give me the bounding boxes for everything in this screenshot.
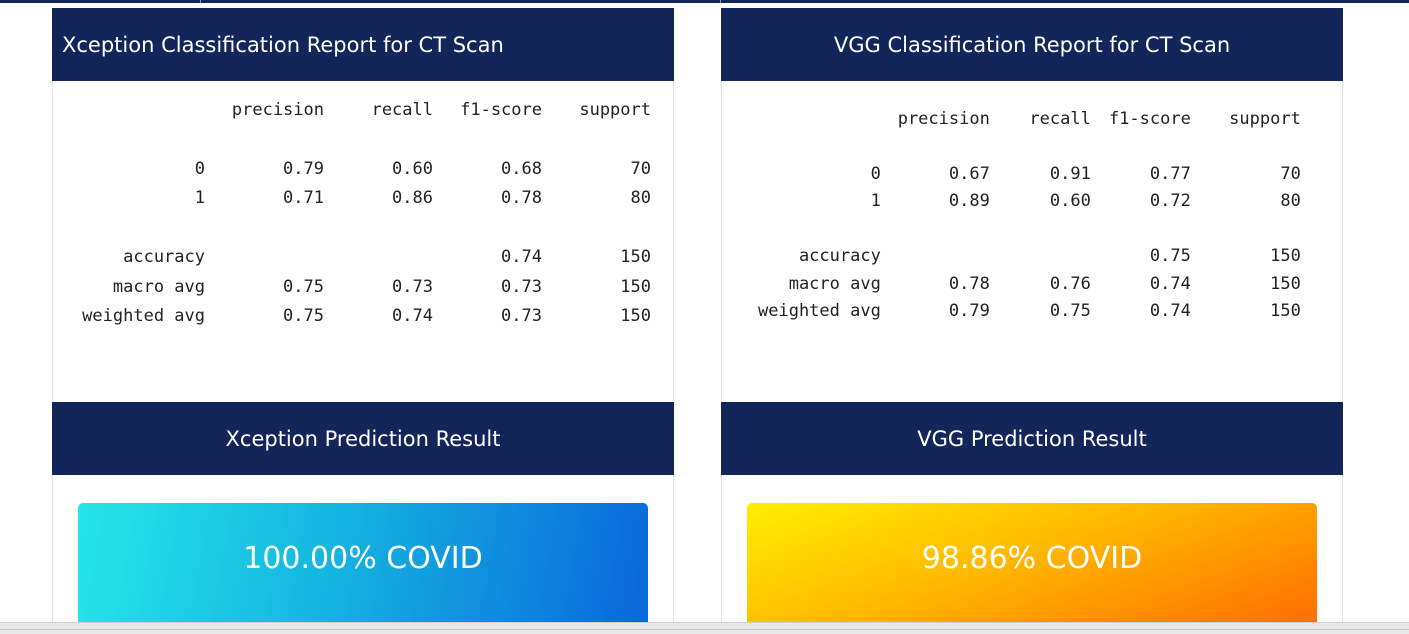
vgg-prediction-header: VGG Prediction Result xyxy=(721,402,1343,475)
table-cell: 0.74 xyxy=(1149,301,1191,322)
table-cell: 0.91 xyxy=(1049,163,1091,184)
table-cell: 0.68 xyxy=(501,158,542,179)
table-cell: 0.60 xyxy=(392,158,433,179)
table-cell: 80 xyxy=(1280,191,1301,212)
xception-report-table: precision recall f1-score support 0 0.79… xyxy=(73,95,651,331)
table-cell: 70 xyxy=(1280,163,1301,184)
table-row xyxy=(73,125,651,155)
table-row xyxy=(758,215,1301,243)
table-cell: 0.86 xyxy=(392,188,433,209)
xception-panel: Xception Classification Report for CT Sc… xyxy=(52,8,674,633)
table-cell xyxy=(205,243,324,273)
table-cell: weighted avg xyxy=(758,301,881,322)
table-cell: 0.75 xyxy=(1049,301,1091,322)
xception-result-card: 100.00% COVID xyxy=(78,503,648,633)
table-header-cell: precision xyxy=(231,99,324,120)
table-row: accuracy 0.75 150 xyxy=(758,243,1301,271)
table-cell: accuracy xyxy=(123,247,205,268)
table-cell: 0.78 xyxy=(501,188,542,209)
horizontal-scrollbar[interactable] xyxy=(0,622,1409,634)
top-bar-divider xyxy=(200,0,201,3)
table-cell: accuracy xyxy=(798,246,881,267)
table-cell xyxy=(881,243,990,271)
table-header-row: precision recall f1-score support xyxy=(73,95,651,125)
table-cell: weighted avg xyxy=(82,306,205,327)
table-cell: 80 xyxy=(630,188,651,209)
table-cell: 0.73 xyxy=(501,306,542,327)
table-cell: 0.77 xyxy=(1149,163,1191,184)
table-cell: 0.74 xyxy=(392,306,433,327)
table-row: macro avg 0.75 0.73 0.73 150 xyxy=(73,272,651,302)
table-row: weighted avg 0.75 0.74 0.73 150 xyxy=(73,302,651,332)
table-cell: 0.74 xyxy=(1149,273,1191,294)
vgg-panel: VGG Classification Report for CT Scan pr… xyxy=(721,8,1343,633)
table-header-cell: recall xyxy=(1029,108,1091,129)
table-cell: 0.76 xyxy=(1049,273,1091,294)
xception-result-text: 100.00% COVID xyxy=(243,541,483,576)
xception-report-header: Xception Classification Report for CT Sc… xyxy=(52,8,674,81)
table-row: macro avg 0.78 0.76 0.74 150 xyxy=(758,270,1301,298)
table-cell: macro avg xyxy=(112,276,205,297)
table-cell xyxy=(990,243,1091,271)
top-bar-divider xyxy=(720,0,721,3)
table-header-cell xyxy=(73,95,205,125)
table-cell: 0.79 xyxy=(948,301,990,322)
table-cell: 0.75 xyxy=(1149,246,1191,267)
table-row: accuracy 0.74 150 xyxy=(73,243,651,273)
table-header-row: precision recall f1-score support xyxy=(758,105,1301,133)
table-cell: 0.74 xyxy=(501,247,542,268)
table-cell: 70 xyxy=(630,158,651,179)
table-cell: 0.78 xyxy=(948,273,990,294)
table-cell: 0.73 xyxy=(392,276,433,297)
table-row xyxy=(758,133,1301,161)
vgg-report-header: VGG Classification Report for CT Scan xyxy=(721,8,1343,81)
table-cell: 0.60 xyxy=(1049,191,1091,212)
table-cell: 0.72 xyxy=(1149,191,1191,212)
xception-prediction-title: Xception Prediction Result xyxy=(225,426,501,451)
table-cell: 150 xyxy=(1270,273,1301,294)
table-cell xyxy=(324,243,433,273)
table-cell: 0.75 xyxy=(283,306,324,327)
vgg-report-table: precision recall f1-score support 0 0.67… xyxy=(758,105,1301,325)
table-cell: 0.73 xyxy=(501,276,542,297)
table-header-cell: recall xyxy=(371,99,433,120)
table-header-cell: f1-score xyxy=(460,99,542,120)
vgg-prediction-title: VGG Prediction Result xyxy=(917,426,1147,451)
xception-prediction-header: Xception Prediction Result xyxy=(52,402,674,475)
table-cell: 150 xyxy=(1270,246,1301,267)
table-row: 1 0.71 0.86 0.78 80 xyxy=(73,184,651,214)
table-cell: 1 xyxy=(870,191,881,212)
table-cell: 150 xyxy=(1270,301,1301,322)
table-cell: 150 xyxy=(620,306,651,327)
table-row: weighted avg 0.79 0.75 0.74 150 xyxy=(758,298,1301,326)
table-header-cell xyxy=(758,105,881,133)
table-cell: 150 xyxy=(620,276,651,297)
table-cell: 150 xyxy=(620,247,651,268)
table-row: 0 0.67 0.91 0.77 70 xyxy=(758,160,1301,188)
table-header-cell: precision xyxy=(897,108,990,129)
table-cell: 1 xyxy=(194,188,205,209)
table-header-cell: support xyxy=(1229,108,1301,129)
vgg-result-text: 98.86% COVID xyxy=(921,541,1143,576)
vgg-classification-report: precision recall f1-score support 0 0.67… xyxy=(722,81,1342,402)
table-cell: 0.89 xyxy=(948,191,990,212)
table-cell: 0.75 xyxy=(283,276,324,297)
table-header-cell: f1-score xyxy=(1108,108,1191,129)
table-cell: 0.79 xyxy=(283,158,324,179)
xception-report-title: Xception Classification Report for CT Sc… xyxy=(62,32,504,57)
table-row: 0 0.79 0.60 0.68 70 xyxy=(73,154,651,184)
scrollbar-track xyxy=(0,629,1409,630)
table-cell: 0 xyxy=(870,163,881,184)
table-cell: macro avg xyxy=(788,273,881,294)
vgg-result-card: 98.86% COVID xyxy=(747,503,1317,633)
top-bar xyxy=(0,0,1409,3)
table-cell: 0 xyxy=(194,158,205,179)
table-cell: 0.67 xyxy=(948,163,990,184)
table-header-cell: support xyxy=(579,99,651,120)
table-cell: 0.71 xyxy=(283,188,324,209)
vgg-report-title: VGG Classification Report for CT Scan xyxy=(833,32,1231,57)
xception-classification-report: precision recall f1-score support 0 0.79… xyxy=(53,81,673,402)
table-row xyxy=(73,213,651,243)
table-row: 1 0.89 0.60 0.72 80 xyxy=(758,188,1301,216)
